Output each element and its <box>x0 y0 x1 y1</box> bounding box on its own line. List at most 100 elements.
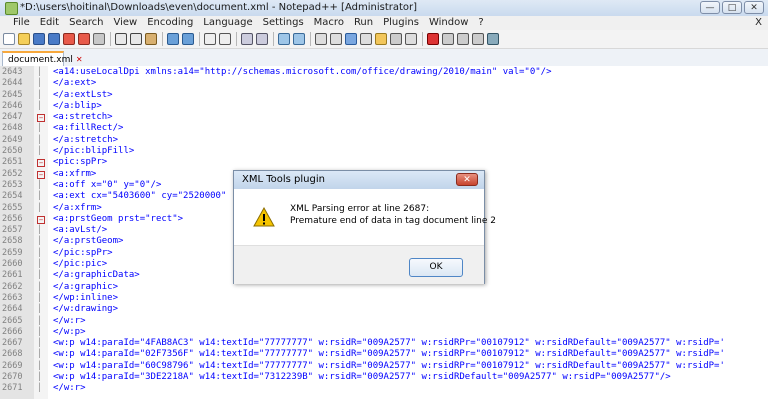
fold-line: │ <box>37 202 42 212</box>
menu-language[interactable]: Language <box>198 16 257 29</box>
close-icon[interactable] <box>63 33 75 45</box>
save-icon[interactable] <box>33 33 45 45</box>
line-number: 2662 <box>2 281 23 292</box>
folder-icon[interactable] <box>375 33 387 45</box>
redo-icon[interactable] <box>182 33 194 45</box>
maximize-button[interactable]: □ <box>722 1 742 14</box>
menu-window[interactable]: Window <box>424 16 473 29</box>
fold-line: │ <box>37 179 42 189</box>
lang-icon[interactable] <box>360 33 372 45</box>
toolbar-separator <box>236 32 237 46</box>
code-line: 2649 │ </a:stretch> <box>0 135 768 146</box>
fold-line: │ <box>37 78 42 88</box>
menu-run[interactable]: Run <box>349 16 378 29</box>
line-number: 2670 <box>2 372 23 383</box>
zoom-out-icon[interactable] <box>256 33 268 45</box>
doc-map-icon[interactable] <box>390 33 402 45</box>
line-number: 2658 <box>2 236 23 247</box>
code-text: <a:off x="0" y="0"/> <box>53 179 162 190</box>
code-text: <w:p w14:paraId="60C98796" w14:textId="7… <box>53 360 725 371</box>
line-number: 2656 <box>2 213 23 224</box>
tab-document-xml[interactable]: document.xml ✕ <box>2 51 83 66</box>
line-number: 2664 <box>2 304 23 315</box>
fold-line: │ <box>37 315 42 325</box>
play-macro-icon[interactable] <box>457 33 469 45</box>
undo-icon[interactable] <box>167 33 179 45</box>
line-number: 2660 <box>2 259 23 270</box>
save-macro-icon[interactable] <box>487 33 499 45</box>
dialog-footer: OK <box>234 245 484 284</box>
menu-macro[interactable]: Macro <box>309 16 349 29</box>
new-file-icon[interactable] <box>3 33 15 45</box>
minimize-button[interactable]: — <box>700 1 720 14</box>
replace-icon[interactable] <box>219 33 231 45</box>
find-icon[interactable] <box>204 33 216 45</box>
fold-line: │ <box>37 100 42 110</box>
fold-line: │ <box>37 191 42 201</box>
zoom-in-icon[interactable] <box>241 33 253 45</box>
line-number: 2650 <box>2 146 23 157</box>
menu-search[interactable]: Search <box>64 16 108 29</box>
menu-help[interactable]: ? <box>473 16 488 29</box>
code-text: <w:p w14:paraId="02F7356F" w14:textId="7… <box>53 349 725 360</box>
fold-line: │ <box>37 326 42 336</box>
ok-button[interactable]: OK <box>409 258 463 277</box>
fold-toggle-icon[interactable]: − <box>37 159 45 168</box>
run-macro-icon[interactable] <box>472 33 484 45</box>
save-all-icon[interactable] <box>48 33 60 45</box>
close-all-icon[interactable] <box>78 33 90 45</box>
menu-edit[interactable]: Edit <box>35 16 64 29</box>
code-text: <a:avLst/> <box>53 225 108 236</box>
fold-line: │ <box>37 281 42 291</box>
menu-plugins[interactable]: Plugins <box>378 16 424 29</box>
show-all-icon[interactable] <box>330 33 342 45</box>
monitor-icon[interactable] <box>405 33 417 45</box>
cut-icon[interactable] <box>115 33 127 45</box>
close-window-button[interactable]: ✕ <box>744 1 764 14</box>
record-macro-icon[interactable] <box>427 33 439 45</box>
code-text: </a:blip> <box>53 100 102 111</box>
dialog-message-line2: Premature end of data in tag document li… <box>290 216 496 226</box>
menu-view[interactable]: View <box>108 16 142 29</box>
line-number: 2643 <box>2 67 23 77</box>
line-number: 2671 <box>2 383 23 394</box>
close-document-button[interactable]: X <box>755 17 762 28</box>
sync-h-icon[interactable] <box>293 33 305 45</box>
line-number: 2645 <box>2 89 23 100</box>
print-icon[interactable] <box>93 33 105 45</box>
code-line: 2668 │ <w:p w14:paraId="02F7356F" w14:text… <box>0 349 768 360</box>
code-line: 2651 − <pic:spPr> <box>0 157 768 168</box>
tab-close-icon[interactable]: ✕ <box>76 55 83 64</box>
fold-line: │ <box>37 338 42 348</box>
code-text: </w:r> <box>53 383 86 394</box>
word-wrap-icon[interactable] <box>315 33 327 45</box>
fold-line: │ <box>37 349 42 359</box>
dialog-body: XML Parsing error at line 2687: Prematur… <box>234 189 496 245</box>
fold-toggle-icon[interactable]: − <box>37 114 45 123</box>
copy-icon[interactable] <box>130 33 142 45</box>
dialog-close-button[interactable]: ✕ <box>456 173 478 186</box>
toolbar-separator <box>199 32 200 46</box>
code-text: </a:ext> <box>53 78 97 89</box>
fold-line: │ <box>37 89 42 99</box>
fold-toggle-icon[interactable]: − <box>37 170 45 179</box>
paste-icon[interactable] <box>145 33 157 45</box>
sync-v-icon[interactable] <box>278 33 290 45</box>
menu-settings[interactable]: Settings <box>258 16 309 29</box>
fold-toggle-icon[interactable]: − <box>37 215 45 224</box>
line-number: 2646 <box>2 100 23 111</box>
code-text: </w:drawing> <box>53 304 119 315</box>
dialog-title-bar: XML Tools plugin ✕ <box>234 171 484 189</box>
toolbar-separator <box>273 32 274 46</box>
line-number: 2652 <box>2 168 23 179</box>
indent-guide-icon[interactable] <box>345 33 357 45</box>
code-text: </pic:pic> <box>53 259 108 270</box>
fold-line: │ <box>37 292 42 302</box>
menu-encoding[interactable]: Encoding <box>142 16 198 29</box>
menu-bar: File Edit Search View Encoding Language Settin… <box>0 16 768 30</box>
code-line: 2663 │ </wp:inline> <box>0 293 768 304</box>
stop-macro-icon[interactable] <box>442 33 454 45</box>
open-file-icon[interactable] <box>18 33 30 45</box>
menu-file[interactable]: File <box>8 16 35 29</box>
line-number: 2653 <box>2 179 23 190</box>
